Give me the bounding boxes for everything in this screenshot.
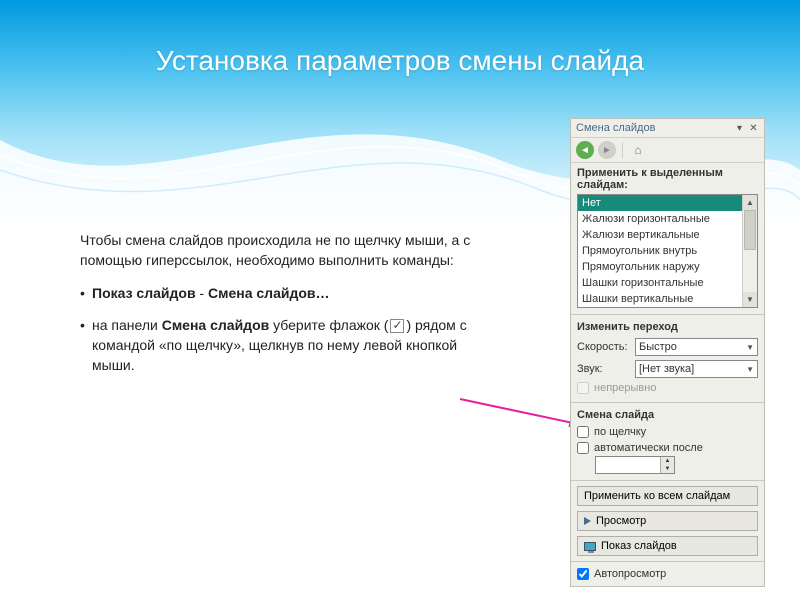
divider [571,402,764,403]
bullet-2-text-a: на панели [92,317,162,333]
scroll-thumb[interactable] [744,210,756,250]
autopreview-checkbox[interactable] [577,568,589,580]
slideshow-label: Показ слайдов [601,540,677,552]
autopreview-row[interactable]: Автопросмотр [571,564,764,586]
autopreview-label: Автопросмотр [594,568,666,580]
nav-separator [622,142,623,158]
spin-down-icon[interactable]: ▼ [661,465,674,473]
loop-checkbox-row: непрерывно [577,380,758,396]
bullet-2-bold: Смена слайдов [162,317,270,333]
list-item[interactable]: Жалюзи горизонтальные [578,211,757,227]
nav-forward-button[interactable]: ► [598,141,616,159]
speed-combo[interactable]: Быстро ▼ [635,338,758,356]
bullet-2: на панели Смена слайдов уберите флажок (… [80,315,500,376]
on-click-label: по щелчку [594,426,646,438]
apply-to-section: Применить к выделенным слайдам: Нет Жалю… [571,163,764,312]
pane-close-icon[interactable]: ✕ [748,123,759,134]
chevron-down-icon: ▼ [746,365,754,374]
bullet-1: Показ слайдов - Смена слайдов… [80,283,500,303]
list-item[interactable]: Шашки вертикальные [578,291,757,307]
on-click-checkbox[interactable] [577,426,589,438]
auto-after-time-field[interactable]: ▲ ▼ [595,456,675,474]
preview-button[interactable]: Просмотр [577,511,758,531]
preview-label: Просмотр [596,515,646,527]
list-item[interactable]: Нет [578,195,757,211]
advance-slide-section: Смена слайда по щелчку автоматически пос… [571,405,764,478]
on-click-row[interactable]: по щелчку [577,424,758,440]
bullet-1-bold-b: Смена слайдов… [208,285,330,301]
speed-label: Скорость: [577,341,629,353]
auto-after-row[interactable]: автоматически после [577,440,758,456]
divider [571,480,764,481]
slideshow-button[interactable]: Показ слайдов [577,536,758,556]
slide-title: Установка параметров смены слайда [0,45,800,77]
spin-up-icon[interactable]: ▲ [661,457,674,465]
list-item[interactable]: Прямоугольник внутрь [578,243,757,259]
pane-dropdown-icon[interactable]: ▾ [734,123,745,134]
body-text: Чтобы смена слайдов происходила не по ще… [80,230,500,388]
chevron-down-icon: ▼ [746,343,754,352]
auto-after-checkbox[interactable] [577,442,589,454]
listbox-scrollbar[interactable]: ▲ ▼ [742,195,757,307]
loop-label: непрерывно [594,382,656,394]
play-icon [584,517,591,525]
loop-checkbox [577,382,589,394]
sound-combo[interactable]: [Нет звука] ▼ [635,360,758,378]
screen-icon [584,542,596,551]
auto-after-label: автоматически после [594,442,703,454]
intro-paragraph: Чтобы смена слайдов происходила не по ще… [80,230,500,271]
bullet-2-text-c: уберите флажок ( [269,317,388,333]
list-item[interactable]: Жалюзи вертикальные [578,227,757,243]
time-spinner[interactable]: ▲ ▼ [660,457,674,473]
list-item[interactable]: Прямоугольник наружу [578,259,757,275]
home-icon[interactable]: ⌂ [629,141,647,159]
nav-back-button[interactable]: ◄ [576,141,594,159]
divider [571,314,764,315]
list-item[interactable]: Шашки горизонтальные [578,275,757,291]
transitions-listbox[interactable]: Нет Жалюзи горизонтальные Жалюзи вертика… [577,194,758,308]
scroll-down-icon[interactable]: ▼ [743,292,757,307]
pane-title: Смена слайдов [576,122,655,134]
speed-value: Быстро [639,341,677,353]
sound-label: Звук: [577,363,629,375]
pane-header: Смена слайдов ▾ ✕ [571,119,764,138]
bullet-1-bold-a: Показ слайдов [92,285,196,301]
divider [571,561,764,562]
modify-label: Изменить переход [577,321,758,333]
slide-transition-pane: Смена слайдов ▾ ✕ ◄ ► ⌂ Применить к выде… [570,118,765,587]
advance-label: Смена слайда [577,409,758,421]
sound-value: [Нет звука] [639,363,694,375]
apply-label: Применить к выделенным слайдам: [577,167,758,191]
checkbox-icon [390,319,404,333]
modify-transition-section: Изменить переход Скорость: Быстро ▼ Звук… [571,317,764,400]
scroll-up-icon[interactable]: ▲ [743,195,757,210]
pane-nav: ◄ ► ⌂ [571,138,764,163]
apply-to-all-button[interactable]: Применить ко всем слайдам [577,486,758,506]
